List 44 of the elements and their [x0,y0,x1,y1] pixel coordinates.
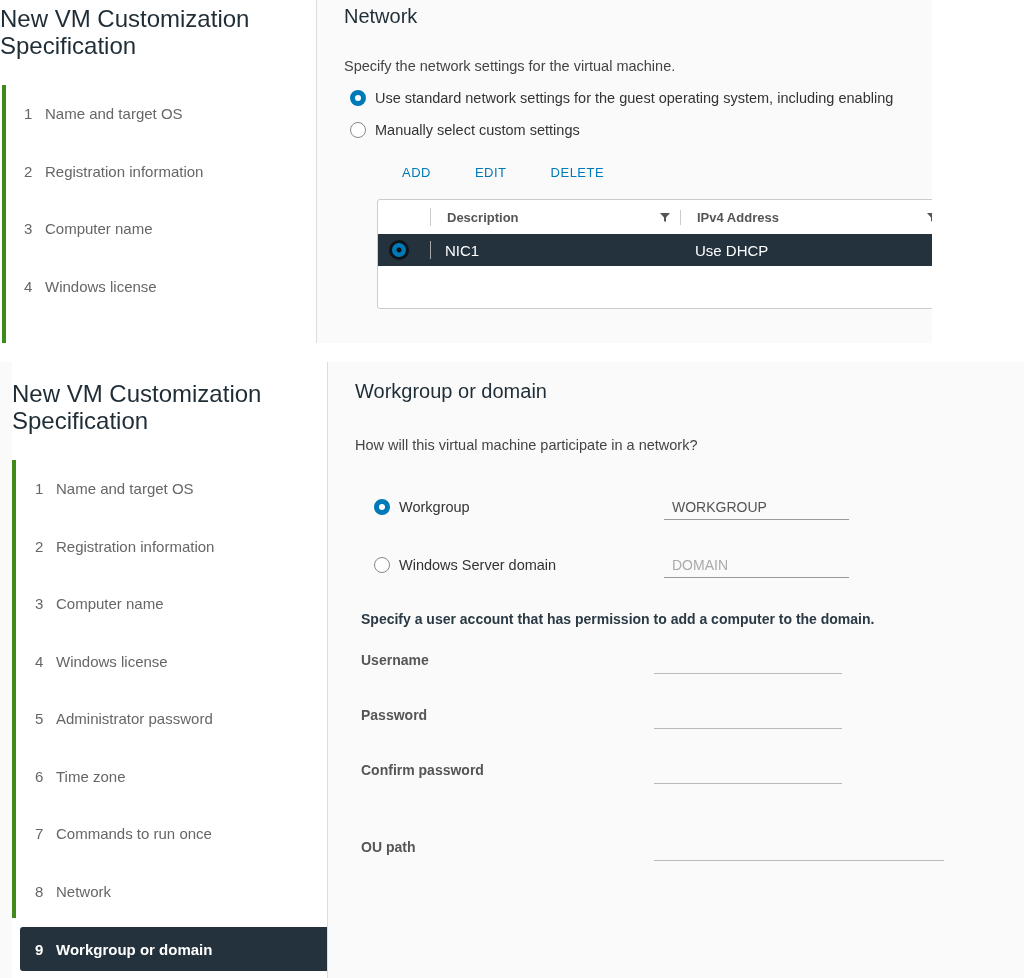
wizard-step[interactable]: 9 Workgroup or domain [20,927,327,971]
field-label: Password [361,706,429,723]
action-link[interactable]: DELETE [536,159,619,186]
filter-icon[interactable] [660,212,670,222]
wizard-step[interactable]: 5 Administrator password [12,690,327,748]
text-field[interactable]: WORKGROUP [664,494,849,520]
wizard-step[interactable]: 3 Computer name [0,200,316,258]
radio-button[interactable] [374,557,390,573]
field-label: Username [361,651,430,668]
wizard-step[interactable]: 2 Registration information [0,142,316,200]
wizard-step[interactable]: 1 Name and target OS [0,85,316,143]
wizard-step[interactable]: 4 Windows license [0,257,316,315]
wizard-step[interactable]: 8 Network [12,862,327,920]
option-label: Manually select custom settings [375,122,580,138]
wizard-step[interactable]: 1 Name and target OS [12,460,327,518]
radio-button[interactable] [374,499,390,515]
option-label: Use standard network settings for the guest operating system, including enabling [375,90,894,106]
option-label: Windows Server domain [399,557,558,573]
wizard-step[interactable]: 6 Time zone [12,747,327,805]
field-label: OU path [361,838,417,855]
action-link[interactable]: ADD [388,159,445,186]
description-text: Specify the network settings for the virtual machine. [344,58,677,74]
radio-button[interactable] [389,240,409,260]
column-header: IPv4 Address [697,209,779,225]
action-link[interactable]: EDIT [460,159,521,186]
radio-button[interactable] [350,90,366,106]
table-cell: NIC1 [445,241,480,259]
account-note: Specify a user account that has permission to add a computer to the domain. [361,611,876,627]
column-header: Description [447,209,519,225]
page-heading: Network [344,5,419,28]
wizard-title: New VM Customization Specification [0,5,251,59]
option-label: Workgroup [399,499,471,515]
text-field[interactable]: DOMAIN [664,552,849,578]
table-cell: Use DHCP [695,241,769,259]
field-label: Confirm password [361,761,485,778]
wizard-title: New VM Customization Specification [12,380,263,434]
description-text: How will this virtual machine participate in a network? [355,437,699,453]
table-row[interactable]: NIC1 Use DHCP [378,234,932,266]
wizard-step[interactable]: 4 Windows license [12,632,327,690]
page-heading: Workgroup or domain [355,380,548,403]
radio-button[interactable] [350,122,366,138]
wizard-step[interactable]: 2 Registration information [12,517,327,575]
wizard-step[interactable]: 3 Computer name [12,575,327,633]
wizard-step[interactable]: 7 Commands to run once [12,805,327,863]
